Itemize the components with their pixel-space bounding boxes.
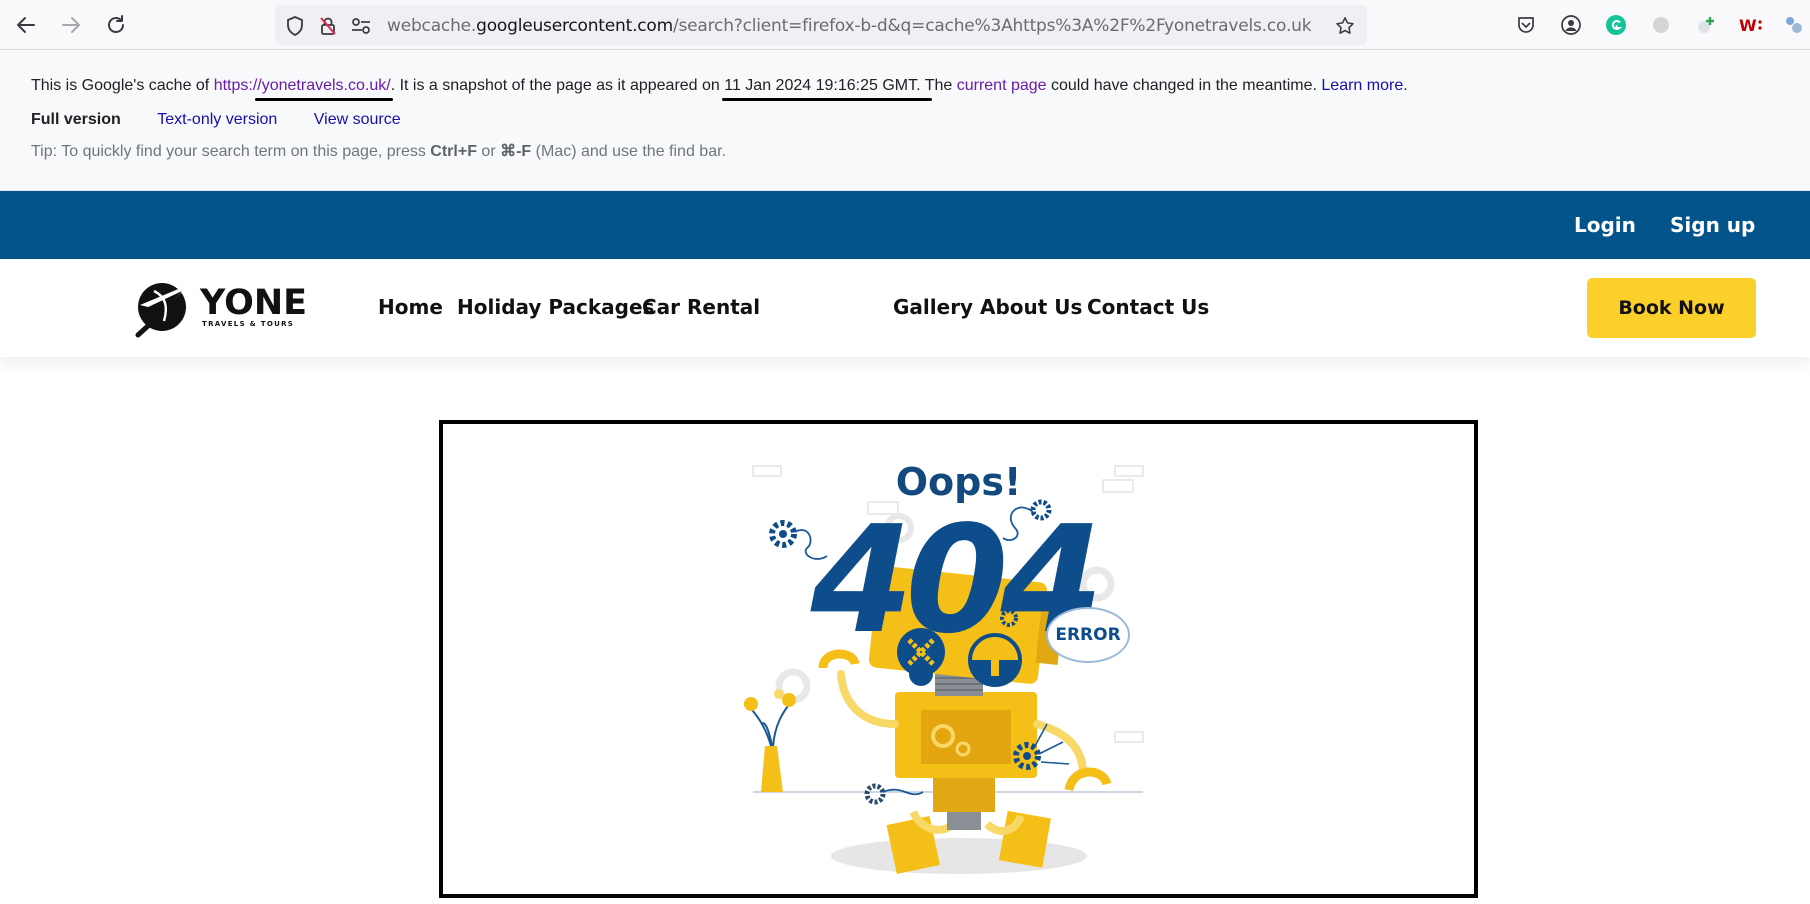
- nav-about-us[interactable]: About Us: [980, 295, 1082, 319]
- nav-car-rental[interactable]: Car Rental: [642, 295, 760, 319]
- tip-prefix: Tip: To quickly find your search term on…: [31, 143, 431, 160]
- extension-plus-icon[interactable]: [1694, 13, 1718, 37]
- nav-home[interactable]: Home: [378, 295, 443, 319]
- url-text[interactable]: webcache.googleusercontent.com/search?cl…: [387, 16, 1312, 36]
- version-links: Full version Text-only version View sour…: [31, 111, 401, 129]
- tip-or: or: [476, 143, 501, 160]
- grammarly-icon[interactable]: [1604, 13, 1628, 37]
- yone-logo-mark-icon: [135, 283, 188, 338]
- snapshot-date: 11 Jan 2024 19:16:25 GMT: [724, 77, 917, 94]
- current-page-link[interactable]: current page: [957, 77, 1047, 94]
- logo-tagline: TRAVELS & TOURS: [202, 320, 295, 328]
- nav-gallery[interactable]: Gallery: [893, 295, 973, 319]
- changed-text: could have changed in the meantime.: [1046, 77, 1322, 94]
- permissions-icon[interactable]: [351, 16, 371, 36]
- snapshot-text: . It is a snapshot of the page as it app…: [390, 77, 725, 94]
- shield-icon[interactable]: [285, 16, 305, 36]
- cache-intro-text: This is Google's cache of: [31, 77, 214, 94]
- tip-key-cmd-f: ⌘-F: [500, 143, 532, 160]
- error-speech-bubble: ERROR: [1046, 607, 1130, 663]
- account-icon[interactable]: [1559, 13, 1583, 37]
- error-bubble-label: ERROR: [1055, 625, 1121, 645]
- nav-holiday-packages[interactable]: Holiday Packages: [457, 295, 654, 319]
- address-bar[interactable]: webcache.googleusercontent.com/search?cl…: [275, 5, 1367, 45]
- tip-suffix: (Mac) and use the find bar.: [531, 143, 726, 160]
- site-top-bar: Login Sign up: [0, 191, 1810, 259]
- cache-notice: This is Google's cache of https://yonetr…: [31, 77, 1408, 95]
- date-underline-mark: [722, 98, 932, 101]
- find-tip: Tip: To quickly find your search term on…: [31, 141, 726, 161]
- pocket-icon[interactable]: [1514, 13, 1538, 37]
- after-date-text: . The: [916, 77, 957, 94]
- bookmark-star-icon[interactable]: [1335, 16, 1355, 36]
- back-icon[interactable]: [13, 12, 39, 38]
- tracking-lock-icon[interactable]: [318, 16, 338, 36]
- tip-key-ctrl-f: Ctrl+F: [430, 143, 477, 160]
- full-version-label: Full version: [31, 111, 121, 128]
- text-only-version-link[interactable]: Text-only version: [157, 111, 277, 128]
- error-404-illustration: Oops! 404 ERROR: [439, 420, 1478, 898]
- url-underline-mark: [255, 98, 393, 101]
- period-text: .: [1403, 77, 1408, 94]
- view-source-link[interactable]: View source: [314, 111, 401, 128]
- cached-url-link[interactable]: https://yonetravels.co.uk/: [214, 77, 391, 94]
- svg-text:W: W: [1739, 16, 1757, 35]
- extension-gray-icon[interactable]: [1649, 13, 1673, 37]
- signup-link[interactable]: Sign up: [1670, 213, 1755, 237]
- extension-w-icon[interactable]: W: [1739, 13, 1763, 37]
- extensions-puzzle-icon[interactable]: [1782, 13, 1806, 37]
- logo-word: YONE: [200, 283, 308, 323]
- book-now-button[interactable]: Book Now: [1587, 278, 1756, 338]
- reload-icon[interactable]: [103, 12, 129, 38]
- yone-logo[interactable]: YONE TRAVELS & TOURS: [134, 277, 307, 339]
- learn-more-link[interactable]: Learn more: [1321, 77, 1403, 94]
- nav-contact-us[interactable]: Contact Us: [1087, 295, 1209, 319]
- browser-toolbar: webcache.googleusercontent.com/search?cl…: [0, 0, 1810, 50]
- forward-icon[interactable]: [58, 12, 84, 38]
- login-link[interactable]: Login: [1574, 213, 1636, 237]
- google-cache-header: This is Google's cache of https://yonetr…: [0, 51, 1810, 191]
- site-navigation: YONE TRAVELS & TOURS Home Holiday Packag…: [0, 259, 1810, 357]
